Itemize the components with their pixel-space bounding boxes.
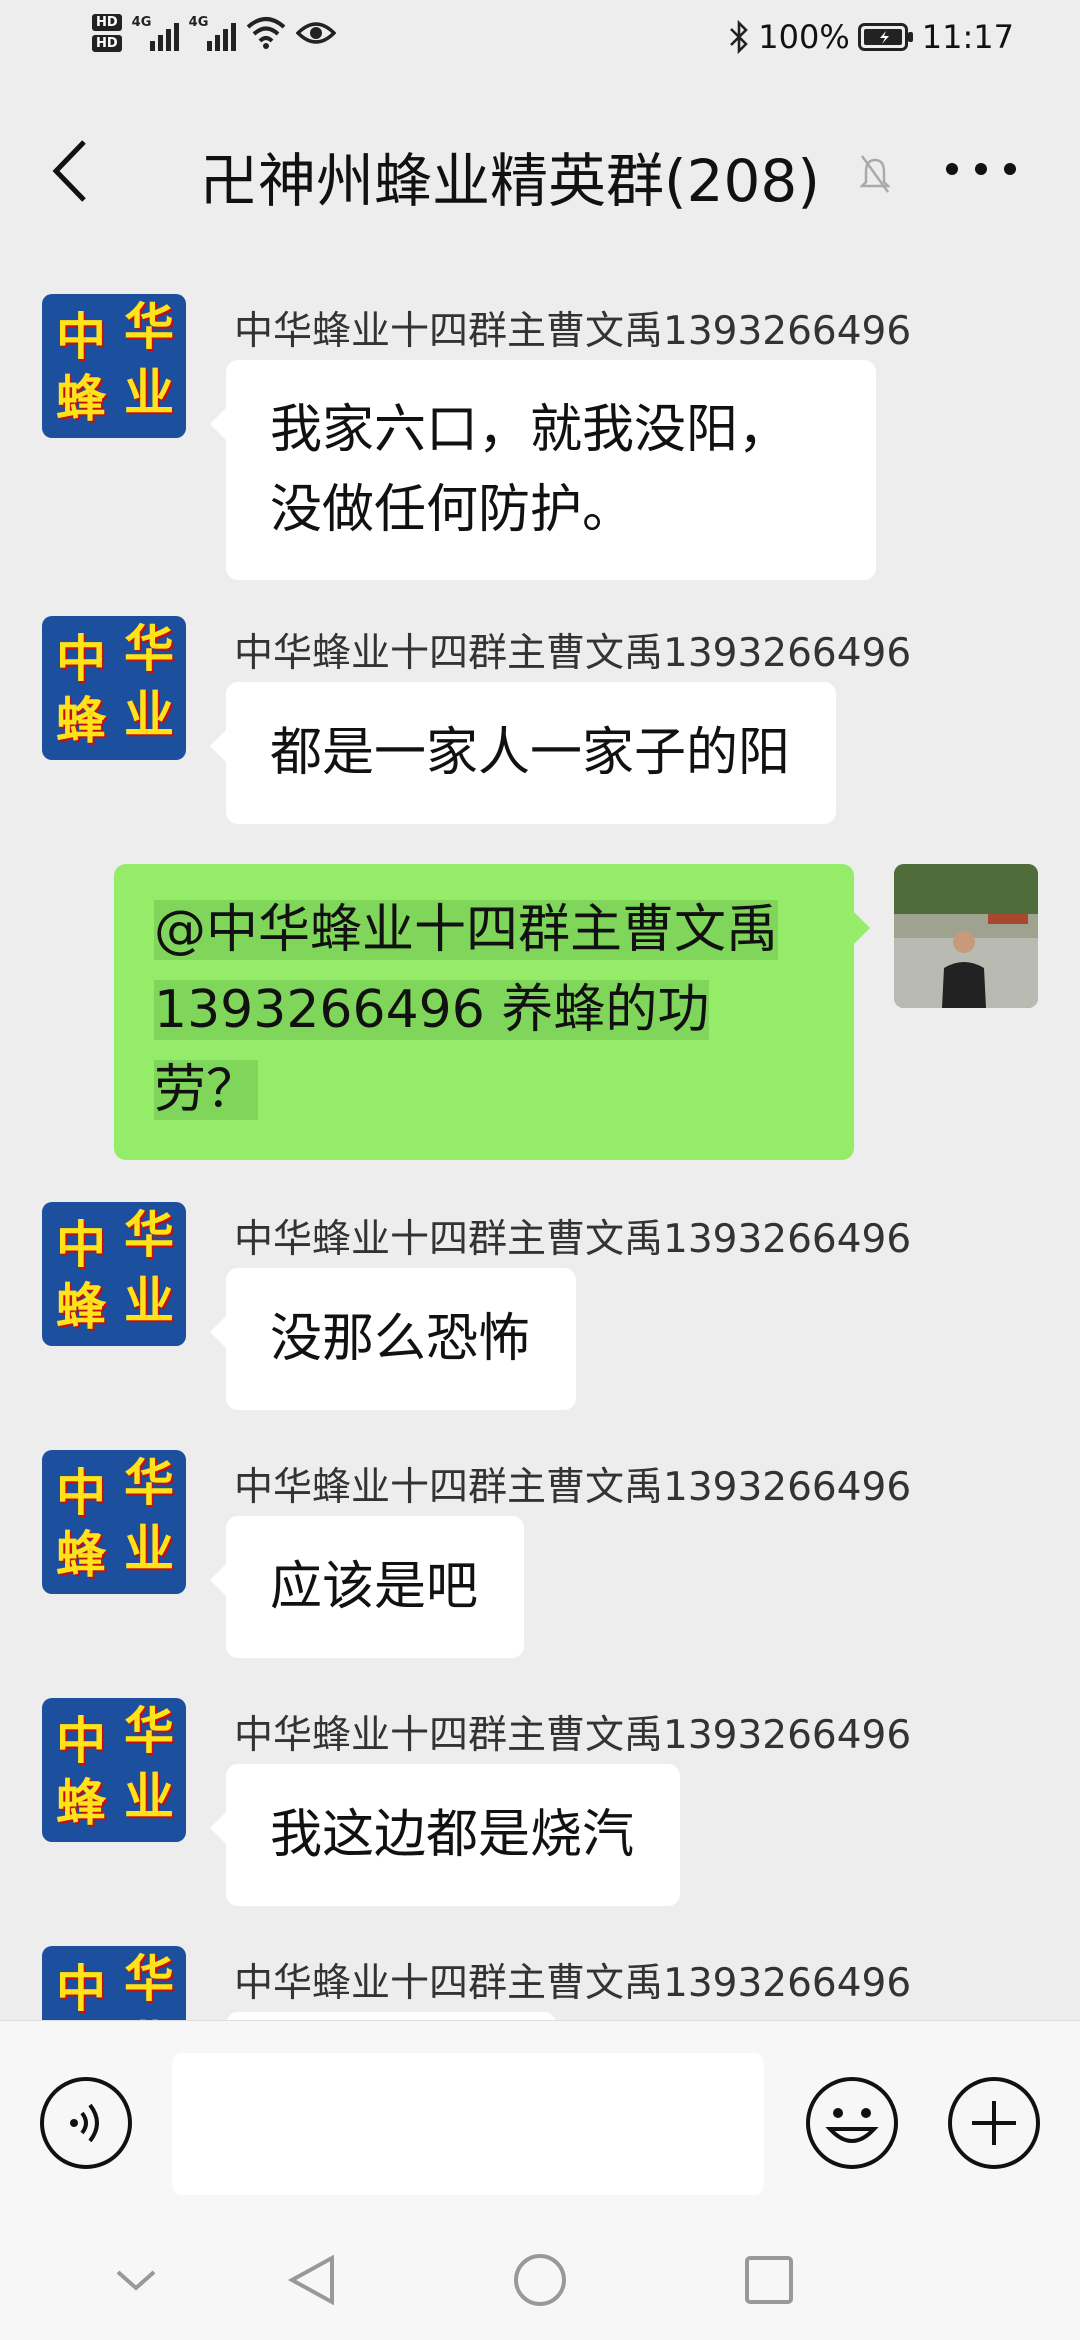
avatar-logo-char: 华 bbox=[124, 297, 174, 356]
status-right: 100% 11:17 bbox=[728, 18, 1014, 56]
avatar-logo-char: 中 bbox=[56, 1215, 106, 1274]
chat-header: 卍神州蜂业精英群(208) bbox=[0, 84, 1080, 256]
avatar-logo-char: 业 bbox=[124, 363, 174, 422]
status-left: HD HD 4G 4G bbox=[92, 14, 336, 52]
signal-icon: 4G bbox=[132, 15, 179, 51]
plus-icon[interactable] bbox=[946, 2075, 1042, 2171]
sender-name: 中华蜂业十四群主曹文禹1393266496 bbox=[234, 631, 912, 676]
system-nav-bar bbox=[0, 2230, 1080, 2340]
avatar-logo-char: 华 bbox=[124, 1949, 174, 2008]
network-type-2: 4G bbox=[188, 15, 209, 30]
sender-name: 中华蜂业十四群主曹文禹1393266496 bbox=[234, 1713, 912, 1758]
message-input[interactable] bbox=[172, 2053, 764, 2195]
battery-percent: 100% bbox=[758, 18, 850, 56]
avatar-logo-char: 华 bbox=[124, 1701, 174, 1760]
avatar-logo-char: 蜂 bbox=[56, 1525, 106, 1584]
avatar-logo-char: 业 bbox=[124, 1271, 174, 1330]
self-avatar[interactable] bbox=[894, 864, 1038, 1008]
chat-title: 卍神州蜂业精英群(208) bbox=[200, 147, 820, 215]
sender-name: 中华蜂业十四群主曹文禹1393266496 bbox=[234, 1465, 912, 1510]
back-icon[interactable] bbox=[40, 136, 100, 206]
signal-icon-2: 4G bbox=[189, 15, 236, 51]
avatar-logo-char: 蜂 bbox=[56, 1773, 106, 1832]
nav-back-icon[interactable] bbox=[286, 2252, 338, 2308]
message-list[interactable]: 中 华 蜂 业 中华蜂业十四群主曹文禹1393266496 我家六口，就我没阳，… bbox=[0, 256, 1080, 2020]
more-icon bbox=[946, 163, 1016, 175]
person-photo-icon bbox=[894, 864, 1038, 1008]
eye-icon bbox=[295, 22, 336, 44]
avatar-logo-char: 业 bbox=[124, 685, 174, 744]
avatar-logo-char: 业 bbox=[124, 1767, 174, 1826]
avatar-logo-char: 中 bbox=[56, 1463, 106, 1522]
input-bar bbox=[0, 2020, 1080, 2231]
avatar-logo-char: 蜂 bbox=[56, 1277, 106, 1336]
hd-indicator: HD HD bbox=[92, 14, 122, 52]
bluetooth-icon bbox=[730, 20, 749, 54]
avatar-logo-char: 华 bbox=[124, 1205, 174, 1264]
emoji-icon[interactable] bbox=[804, 2075, 900, 2171]
sender-name: 中华蜂业十四群主曹文禹1393266496 bbox=[234, 1961, 912, 2006]
message-bubble[interactable]: 都是一家人一家子的阳 bbox=[209, 682, 837, 824]
sender-avatar[interactable]: 中 华 蜂 业 bbox=[42, 1450, 186, 1594]
sender-avatar[interactable]: 中 华 蜂 业 bbox=[42, 616, 186, 760]
avatar-logo-char: 华 bbox=[124, 619, 174, 678]
sender-avatar[interactable]: 中 华 蜂 业 bbox=[42, 1202, 186, 1346]
avatar-logo-char: 业 bbox=[124, 1519, 174, 1578]
collapse-icon[interactable] bbox=[112, 2256, 160, 2304]
sender-avatar[interactable]: 中 华 蜂 业 bbox=[42, 294, 186, 438]
wifi-icon bbox=[246, 17, 285, 49]
avatar-logo-char: 蜂 bbox=[56, 369, 106, 428]
avatar-logo-char: 中 bbox=[56, 1711, 106, 1770]
battery-icon bbox=[857, 23, 913, 51]
more-button[interactable] bbox=[942, 144, 1020, 194]
hd-label-1: HD bbox=[92, 14, 122, 31]
avatar-logo-char: 中 bbox=[56, 307, 106, 366]
avatar-logo-char: 中 bbox=[56, 1959, 106, 2018]
sender-name: 中华蜂业十四群主曹文禹1393266496 bbox=[234, 309, 912, 354]
network-type-1: 4G bbox=[131, 15, 152, 30]
avatar-logo-char: 蜂 bbox=[56, 691, 106, 750]
avatar-logo-char: 中 bbox=[56, 629, 106, 688]
clock: 11:17 bbox=[921, 18, 1014, 56]
hd-label-2: HD bbox=[92, 35, 122, 52]
message-bubble[interactable]: 我家六口，就我没阳，没做任何防护。 bbox=[210, 360, 876, 580]
sender-avatar[interactable]: 中 华 蜂 业 bbox=[42, 1946, 186, 2020]
home-icon[interactable] bbox=[512, 2252, 568, 2308]
message-bubble-self[interactable]: @中华蜂业十四群主曹文禹 1393266496 养蜂的功劳？ bbox=[114, 864, 870, 1160]
sender-avatar[interactable]: 中 华 蜂 业 bbox=[42, 1698, 186, 1842]
voice-icon[interactable] bbox=[38, 2075, 134, 2171]
message-bubble[interactable]: 应该是吧 bbox=[209, 1516, 525, 1658]
status-bar: HD HD 4G 4G 100% 11:17 bbox=[0, 0, 1080, 84]
message-bubble[interactable]: 我这边都是烧汽 bbox=[209, 1764, 681, 1906]
mute-icon bbox=[860, 155, 890, 193]
message-bubble[interactable] bbox=[226, 2012, 556, 2020]
avatar-logo-char: 华 bbox=[124, 1453, 174, 1512]
sender-name: 中华蜂业十四群主曹文禹1393266496 bbox=[234, 1217, 912, 1262]
recent-apps-icon[interactable] bbox=[742, 2252, 796, 2308]
message-text-selected: @中华蜂业十四群主曹文禹 1393266496 养蜂的功劳？ bbox=[154, 900, 779, 1120]
message-bubble[interactable]: 没那么恐怖 bbox=[209, 1268, 577, 1410]
